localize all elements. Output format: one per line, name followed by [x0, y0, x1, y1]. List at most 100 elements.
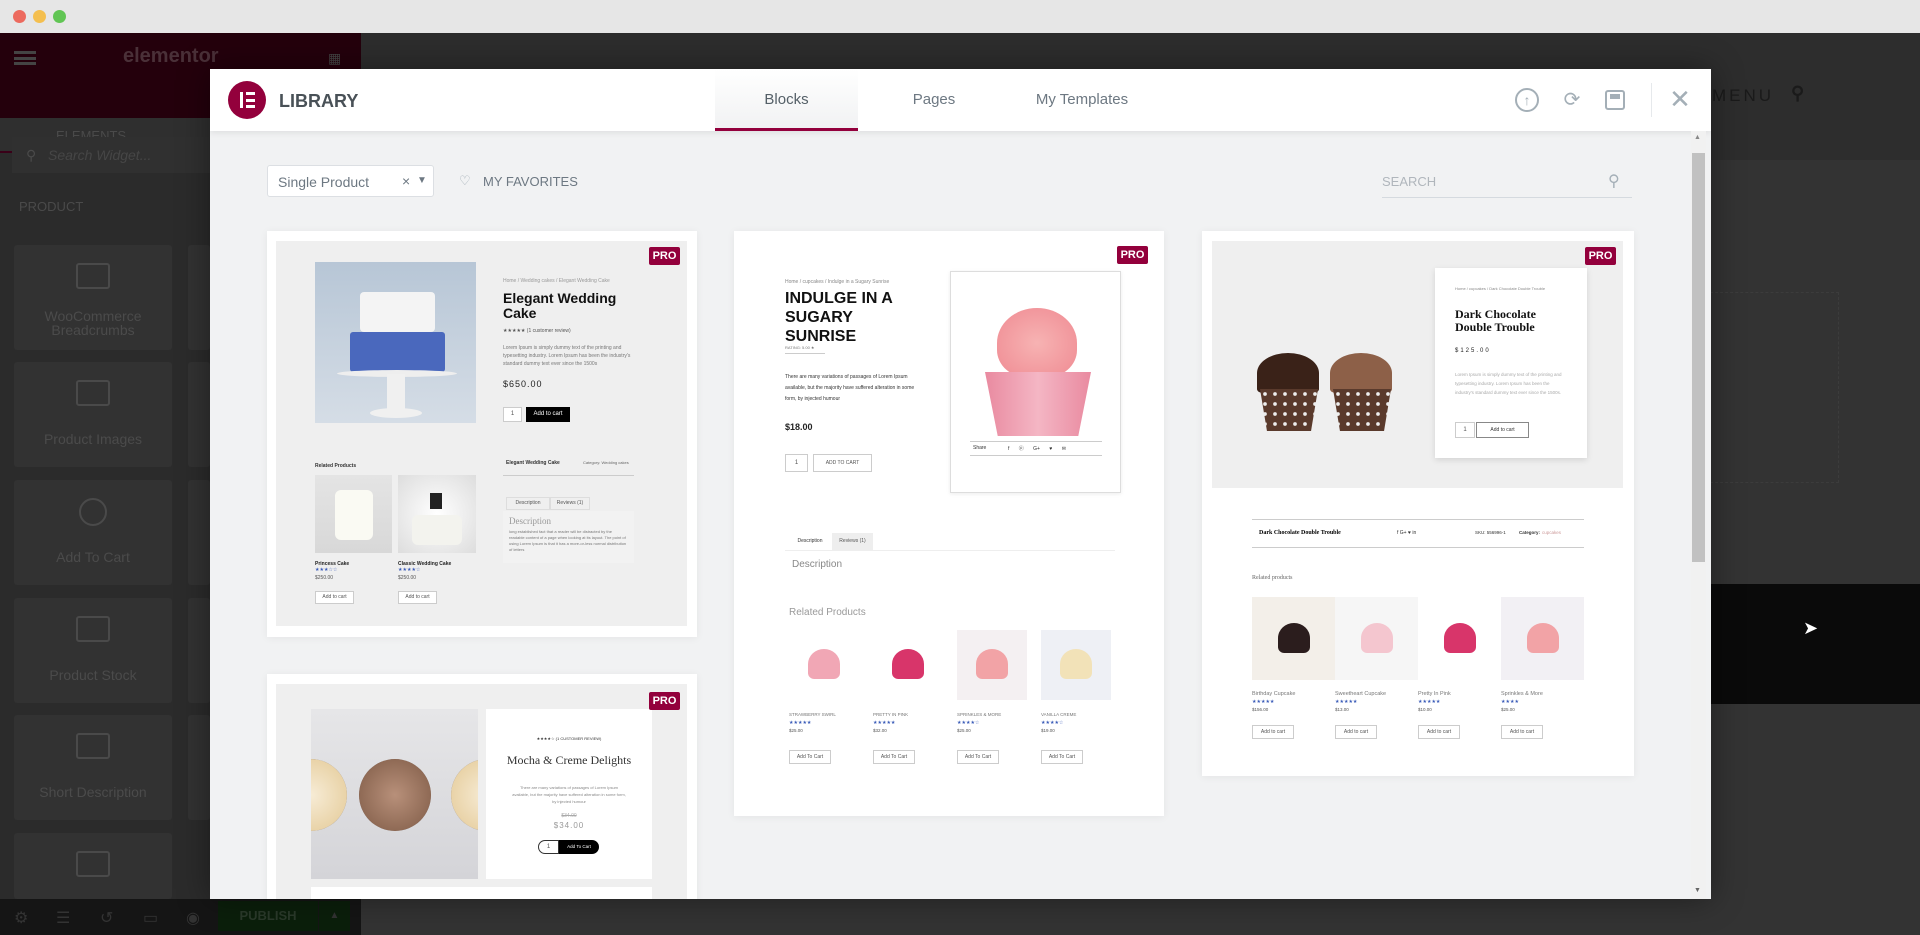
cupcake-wrapper	[1333, 389, 1391, 431]
history-icon[interactable]: ↺	[100, 908, 113, 928]
tab-my-templates[interactable]: My Templates	[1022, 69, 1142, 131]
template-preview: ★★★★☆ (1 CUSTOMER REVIEW) Mocha & Creme …	[276, 684, 687, 899]
product-description: Lorem Ipsum is simply dummy text of the …	[1455, 372, 1562, 395]
search-placeholder: SEARCH	[1382, 174, 1437, 189]
scrollbar[interactable]: ▲ ▼	[1691, 131, 1706, 899]
tab-blocks[interactable]: Blocks	[715, 69, 858, 131]
minimize-window-button[interactable]	[33, 10, 46, 23]
related-product-image	[1335, 597, 1418, 680]
sync-icon[interactable]: ⟳	[1560, 88, 1584, 112]
close-icon[interactable]: ✕	[1668, 86, 1692, 112]
related-product-name: Pretty In Pink	[1418, 691, 1451, 697]
product-meta-bar: Dark Chocolate Double Trouble f G+ ♥ in …	[1252, 519, 1584, 548]
template-card-dark-chocolate-double-trouble[interactable]: Home / cupcakes / Dark Chocolate Double …	[1202, 231, 1634, 776]
navigator-layers-icon[interactable]: ☰	[56, 908, 70, 928]
related-product-image	[957, 630, 1027, 700]
scroll-down-icon[interactable]: ▼	[1694, 887, 1701, 894]
apps-grid-icon[interactable]: ▦	[328, 51, 344, 65]
related-product-price: $32.00	[873, 728, 887, 733]
canvas-search-icon[interactable]: ⚲	[1791, 83, 1804, 104]
upload-icon[interactable]: ↑	[1515, 88, 1539, 112]
tab-pages[interactable]: Pages	[884, 69, 984, 131]
related-product-rating: ★★★★★	[873, 720, 896, 726]
widget-label: Short Description	[39, 784, 147, 800]
quantity-input: 1	[785, 454, 808, 472]
chocolate-cupcake-image	[1257, 353, 1319, 393]
header-divider	[1651, 83, 1652, 117]
responsive-mode-icon[interactable]: ▭	[143, 908, 158, 928]
related-add-to-cart: Add To Cart	[957, 750, 999, 764]
related-product-image	[1041, 630, 1111, 700]
share-label: Share	[973, 445, 987, 451]
category-label: Category:	[1519, 530, 1541, 535]
reviews-tab: Reviews (1)	[550, 497, 590, 510]
related-add-to-cart: Add To Cart	[1041, 750, 1083, 764]
publish-options-caret-icon[interactable]: ▲	[319, 901, 350, 931]
related-product-name: PRETTY IN PINK	[873, 712, 909, 717]
elementor-logo-icon	[228, 81, 266, 119]
close-window-button[interactable]	[13, 10, 26, 23]
widget-short-description[interactable]: Short Description	[14, 715, 172, 820]
description-tab: Description	[797, 538, 823, 544]
widget-label: Product Stock	[49, 667, 137, 683]
search-placeholder: Search Widget...	[48, 147, 152, 163]
product-breadcrumb: Home / cupcakes / Dark Chocolate Double …	[1455, 286, 1546, 291]
add-to-cart-button: ADD TO CART	[813, 454, 872, 472]
pro-badge: PRO	[649, 247, 680, 265]
widget-woocommerce-breadcrumbs[interactable]: WooCommerce Breadcrumbs	[14, 245, 172, 350]
category-select[interactable]: Single Product × ▼	[267, 165, 434, 197]
template-card-indulge-sugary-sunrise[interactable]: PRO Home / cupcakes / Indulge in a Sugar…	[734, 231, 1164, 816]
related-product-image	[1501, 597, 1584, 680]
preview-eye-icon[interactable]: ◉	[186, 908, 200, 928]
scroll-up-icon[interactable]: ▲	[1694, 134, 1701, 141]
cupcake-wrapper	[1260, 389, 1318, 431]
my-favorites-link[interactable]: MY FAVORITES	[483, 174, 578, 189]
heart-icon[interactable]: ♡	[459, 173, 471, 189]
widget-label: WooCommerce Breadcrumbs	[44, 308, 142, 338]
widget-product-images[interactable]: Product Images	[14, 362, 172, 467]
window-titlebar	[0, 0, 1920, 33]
widget-label: Product Images	[43, 431, 143, 447]
maximize-window-button[interactable]	[53, 10, 66, 23]
template-card-elegant-wedding-cake[interactable]: PRO Home / Wedding cakes / Elegant Weddi…	[267, 231, 697, 637]
related-products-heading: Related Products	[789, 607, 866, 618]
settings-icon[interactable]: ⚙	[14, 908, 28, 928]
publish-button[interactable]: PUBLISH	[218, 901, 318, 931]
template-preview	[276, 241, 687, 626]
category-label: PRODUCT	[19, 199, 84, 214]
quantity-input: 1	[538, 840, 559, 854]
share-social-icons: f ⓟ G+ ♥ ✉	[1008, 446, 1066, 452]
related-product-price: $25.00	[1501, 707, 1515, 712]
description-tab: Description	[506, 497, 550, 510]
widget-product-stock[interactable]: Product Stock	[14, 598, 172, 703]
product-price: $18.00	[785, 422, 813, 432]
product-price: $650.00	[503, 379, 543, 389]
wedding-cake-image	[315, 262, 476, 423]
widget-add-to-cart[interactable]: Add To Cart	[14, 480, 172, 585]
related-product-image	[1418, 597, 1501, 680]
chevron-down-icon[interactable]: ▼	[417, 175, 427, 186]
search-input[interactable]: SEARCH ⚲	[1382, 165, 1632, 198]
related-add-to-cart: Add to cart	[1418, 725, 1460, 739]
menu-label[interactable]: MENU	[1712, 86, 1774, 106]
related-product-rating: ★★★★☆	[398, 567, 421, 573]
template-card-mocha-creme-delights[interactable]: ★★★★☆ (1 CUSTOMER REVIEW) Mocha & Creme …	[267, 674, 697, 899]
widget-product[interactable]	[14, 833, 172, 899]
product-summary-box: ★★★★☆ (1 CUSTOMER REVIEW) Mocha & Creme …	[486, 709, 652, 879]
save-icon[interactable]	[1605, 90, 1625, 110]
related-product-rating: ★★★★★	[1418, 699, 1441, 705]
related-product-price: $19.00	[1041, 728, 1055, 733]
related-products-heading: Related Products	[315, 463, 357, 469]
clear-filter-icon[interactable]: ×	[402, 173, 410, 189]
hamburger-menu-icon[interactable]	[14, 51, 36, 65]
related-product-name: VANILLA CREME	[1041, 712, 1077, 717]
widget-col2	[188, 715, 210, 820]
widget-col2	[188, 245, 210, 350]
product-image-box: Share f ⓟ G+ ♥ ✉	[950, 271, 1121, 493]
scrollbar-thumb[interactable]	[1692, 153, 1705, 562]
product-title: Mocha & Creme Delights	[506, 753, 632, 767]
canvas-empty-section[interactable]	[1710, 292, 1839, 483]
elementor-logo: elementor	[123, 45, 219, 67]
related-add-to-cart: Add To Cart	[789, 750, 831, 764]
related-product-price: $25.00	[957, 728, 971, 733]
